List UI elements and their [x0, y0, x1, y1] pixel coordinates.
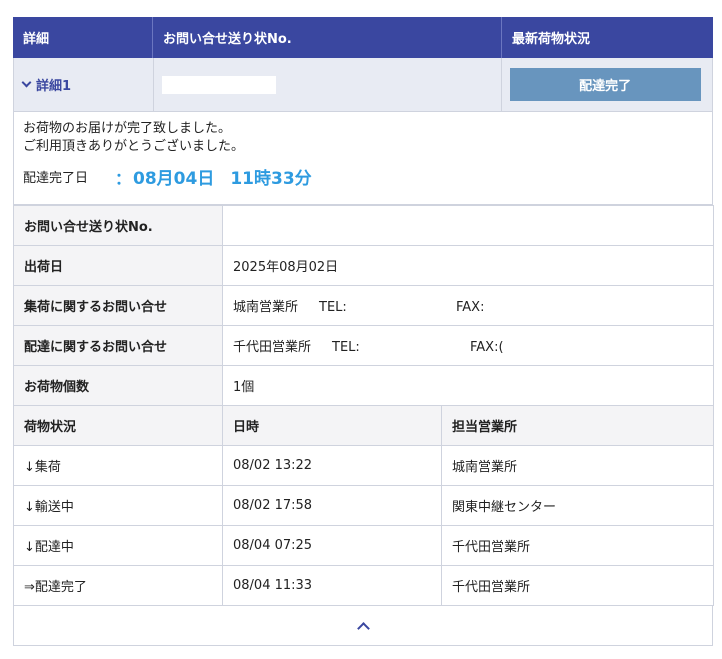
table-row: ↓輸送中 08/02 17:58 関東中継センター	[13, 485, 714, 526]
history-header-status: 荷物状況	[13, 405, 223, 446]
history-status: ↓集荷	[13, 445, 223, 486]
history-header-row: 荷物状況 日時 担当営業所	[13, 405, 714, 446]
history-datetime: 08/04 11:33	[222, 565, 442, 606]
slip-number-cell	[154, 58, 502, 111]
info-row-delivery: 配達に関するお問い合せ 千代田営業所 TEL: FAX:(	[13, 325, 714, 366]
delivery-complete-label: 配達完了日	[23, 171, 89, 186]
message-line-1: お荷物のお届けが完了致しました。	[23, 121, 232, 136]
slip-number-redacted	[161, 75, 276, 94]
table-row: ↓配達中 08/04 07:25 千代田営業所	[13, 525, 714, 566]
detail-toggle[interactable]: 詳細1	[14, 58, 154, 111]
history-datetime: 08/02 13:22	[222, 445, 442, 486]
header-detail: 詳細	[13, 17, 153, 58]
history-header-office: 担当営業所	[441, 405, 714, 446]
info-row-pickup: 集荷に関するお問い合せ 城南営業所 TEL: FAX:	[13, 285, 714, 326]
status-cell: 配達完了	[502, 58, 712, 111]
table-header: 詳細 お問い合せ送り状No. 最新荷物状況	[13, 17, 713, 58]
history-header-datetime: 日時	[222, 405, 442, 446]
status-button[interactable]: 配達完了	[509, 68, 701, 101]
history-status: ⇒配達完了	[13, 565, 223, 606]
history-office: 千代田営業所	[441, 565, 714, 606]
table-row: ⇒配達完了 08/04 11:33 千代田営業所	[13, 565, 714, 606]
summary-row: 詳細1 配達完了	[13, 58, 713, 112]
delivery-complete-time: 11時33分	[230, 169, 312, 189]
history-status: ↓配達中	[13, 525, 223, 566]
delivery-tel: TEL:	[332, 340, 360, 355]
table-row: ↓集荷 08/02 13:22 城南営業所	[13, 445, 714, 486]
history-datetime: 08/04 07:25	[222, 525, 442, 566]
pickup-tel: TEL:	[319, 300, 347, 315]
delivery-label: 配達に関するお問い合せ	[13, 325, 223, 366]
count-value: 1個	[222, 365, 714, 406]
history-datetime: 08/02 17:58	[222, 485, 442, 526]
history-office: 城南営業所	[441, 445, 714, 486]
chevron-down-icon	[21, 77, 32, 88]
message-line-2: ご利用頂きありがとうございました。	[23, 139, 245, 154]
delivery-value: 千代田営業所 TEL: FAX:(	[222, 325, 714, 366]
info-row-count: お荷物個数 1個	[13, 365, 714, 406]
collapse-button[interactable]	[13, 606, 713, 646]
history-office: 関東中継センター	[441, 485, 714, 526]
history-office: 千代田営業所	[441, 525, 714, 566]
pickup-value: 城南営業所 TEL: FAX:	[222, 285, 714, 326]
tracking-panel: 詳細 お問い合せ送り状No. 最新荷物状況 詳細1 配達完了 お荷物のお届けが完…	[13, 17, 714, 646]
pickup-label: 集荷に関するお問い合せ	[13, 285, 223, 326]
info-row-ship-date: 出荷日 2025年08月02日	[13, 245, 714, 286]
delivery-complete-colon: ：	[115, 168, 132, 188]
delivery-complete-date: 08月04日	[133, 169, 215, 189]
pickup-fax: FAX:	[456, 300, 485, 315]
chevron-up-icon	[356, 622, 370, 635]
ship-date-label: 出荷日	[13, 245, 223, 286]
slip-value	[222, 205, 714, 246]
slip-label: お問い合せ送り状No.	[13, 205, 223, 246]
header-latest-status: 最新荷物状況	[512, 32, 591, 47]
delivery-office: 千代田営業所	[233, 340, 312, 355]
header-slip-number: お問い合せ送り状No.	[153, 17, 502, 58]
pickup-office: 城南営業所	[233, 300, 299, 315]
detail-link-label: 詳細1	[36, 79, 72, 94]
delivery-fax: FAX:(	[470, 340, 504, 355]
detail-table: お問い合せ送り状No. 出荷日 2025年08月02日 集荷に関するお問い合せ …	[13, 205, 714, 606]
count-label: お荷物個数	[13, 365, 223, 406]
delivery-complete-line: 配達完了日 ： 08月04日 11時33分	[23, 164, 703, 190]
ship-date-value: 2025年08月02日	[222, 245, 714, 286]
history-status: ↓輸送中	[13, 485, 223, 526]
delivery-message: お荷物のお届けが完了致しました。 ご利用頂きありがとうございました。 配達完了日…	[13, 112, 713, 205]
info-row-slip: お問い合せ送り状No.	[13, 205, 714, 246]
